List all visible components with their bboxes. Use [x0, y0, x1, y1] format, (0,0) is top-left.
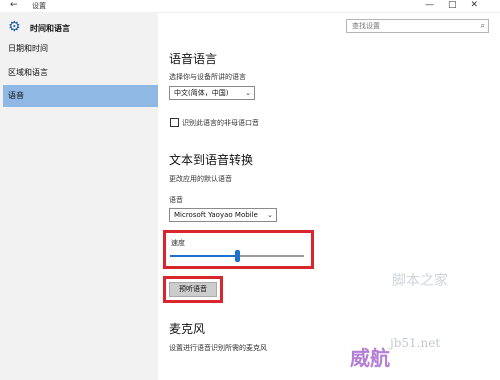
- sidebar-item-region-language[interactable]: 区域和语言: [3, 62, 158, 84]
- tts-heading: 文本到语音转换: [169, 153, 254, 167]
- close-icon[interactable]: ✕: [470, 0, 492, 10]
- sidebar-title: 时间和语言: [30, 24, 70, 33]
- tts-description: 更改应用的默认语音: [169, 175, 232, 183]
- speech-language-value: 中文(简体，中国): [174, 89, 229, 97]
- chevron-down-icon: ⌄: [245, 89, 251, 97]
- speech-language-description: 选择你与设备所讲的语言: [169, 73, 246, 81]
- voice-label: 语音: [169, 196, 183, 204]
- preview-voice-button[interactable]: 预听语音: [169, 282, 217, 297]
- watermark-brand: 脚本之家: [392, 273, 448, 289]
- sidebar-item-date-time[interactable]: 日期和时间: [3, 38, 158, 60]
- minimize-icon[interactable]: —: [425, 0, 448, 10]
- speech-language-heading: 语音语言: [169, 52, 218, 66]
- window-controls: —□✕: [425, 0, 492, 10]
- speed-label: 速度: [171, 239, 185, 247]
- voice-select[interactable]: Microsoft Yaoyao Mobile ⌄: [169, 208, 277, 222]
- search-input[interactable]: 查找设置 ⌕: [346, 19, 489, 33]
- maximize-icon[interactable]: □: [448, 0, 471, 10]
- search-icon[interactable]: ⌕: [481, 20, 485, 32]
- app-title: 设置: [32, 2, 46, 10]
- sidebar-header: ⚙ 时间和语言: [8, 20, 158, 40]
- voice-value: Microsoft Yaoyao Mobile: [174, 211, 258, 219]
- back-arrow-icon[interactable]: ←: [10, 0, 18, 10]
- watermark-overlay: 威航: [350, 346, 390, 370]
- watermark-site: jb51.net: [390, 336, 441, 350]
- chevron-down-icon: ⌄: [267, 211, 273, 219]
- speech-language-select[interactable]: 中文(简体，中国) ⌄: [169, 86, 255, 100]
- microphone-description: 设置进行语音识别所需的麦克风: [169, 344, 267, 352]
- non-native-accent-label: 识别此语言的非母语口音: [182, 119, 259, 127]
- search-placeholder: 查找设置: [352, 22, 380, 30]
- gear-icon: ⚙: [8, 19, 21, 35]
- sidebar: ⚙ 时间和语言 日期和时间 区域和语言 语音: [0, 12, 158, 380]
- non-native-accent-checkbox[interactable]: [170, 118, 179, 127]
- microphone-heading: 麦克风: [169, 322, 206, 336]
- speed-slider-fill: [170, 255, 237, 257]
- sidebar-item-speech[interactable]: 语音: [3, 85, 158, 107]
- speed-slider-thumb[interactable]: [235, 250, 240, 262]
